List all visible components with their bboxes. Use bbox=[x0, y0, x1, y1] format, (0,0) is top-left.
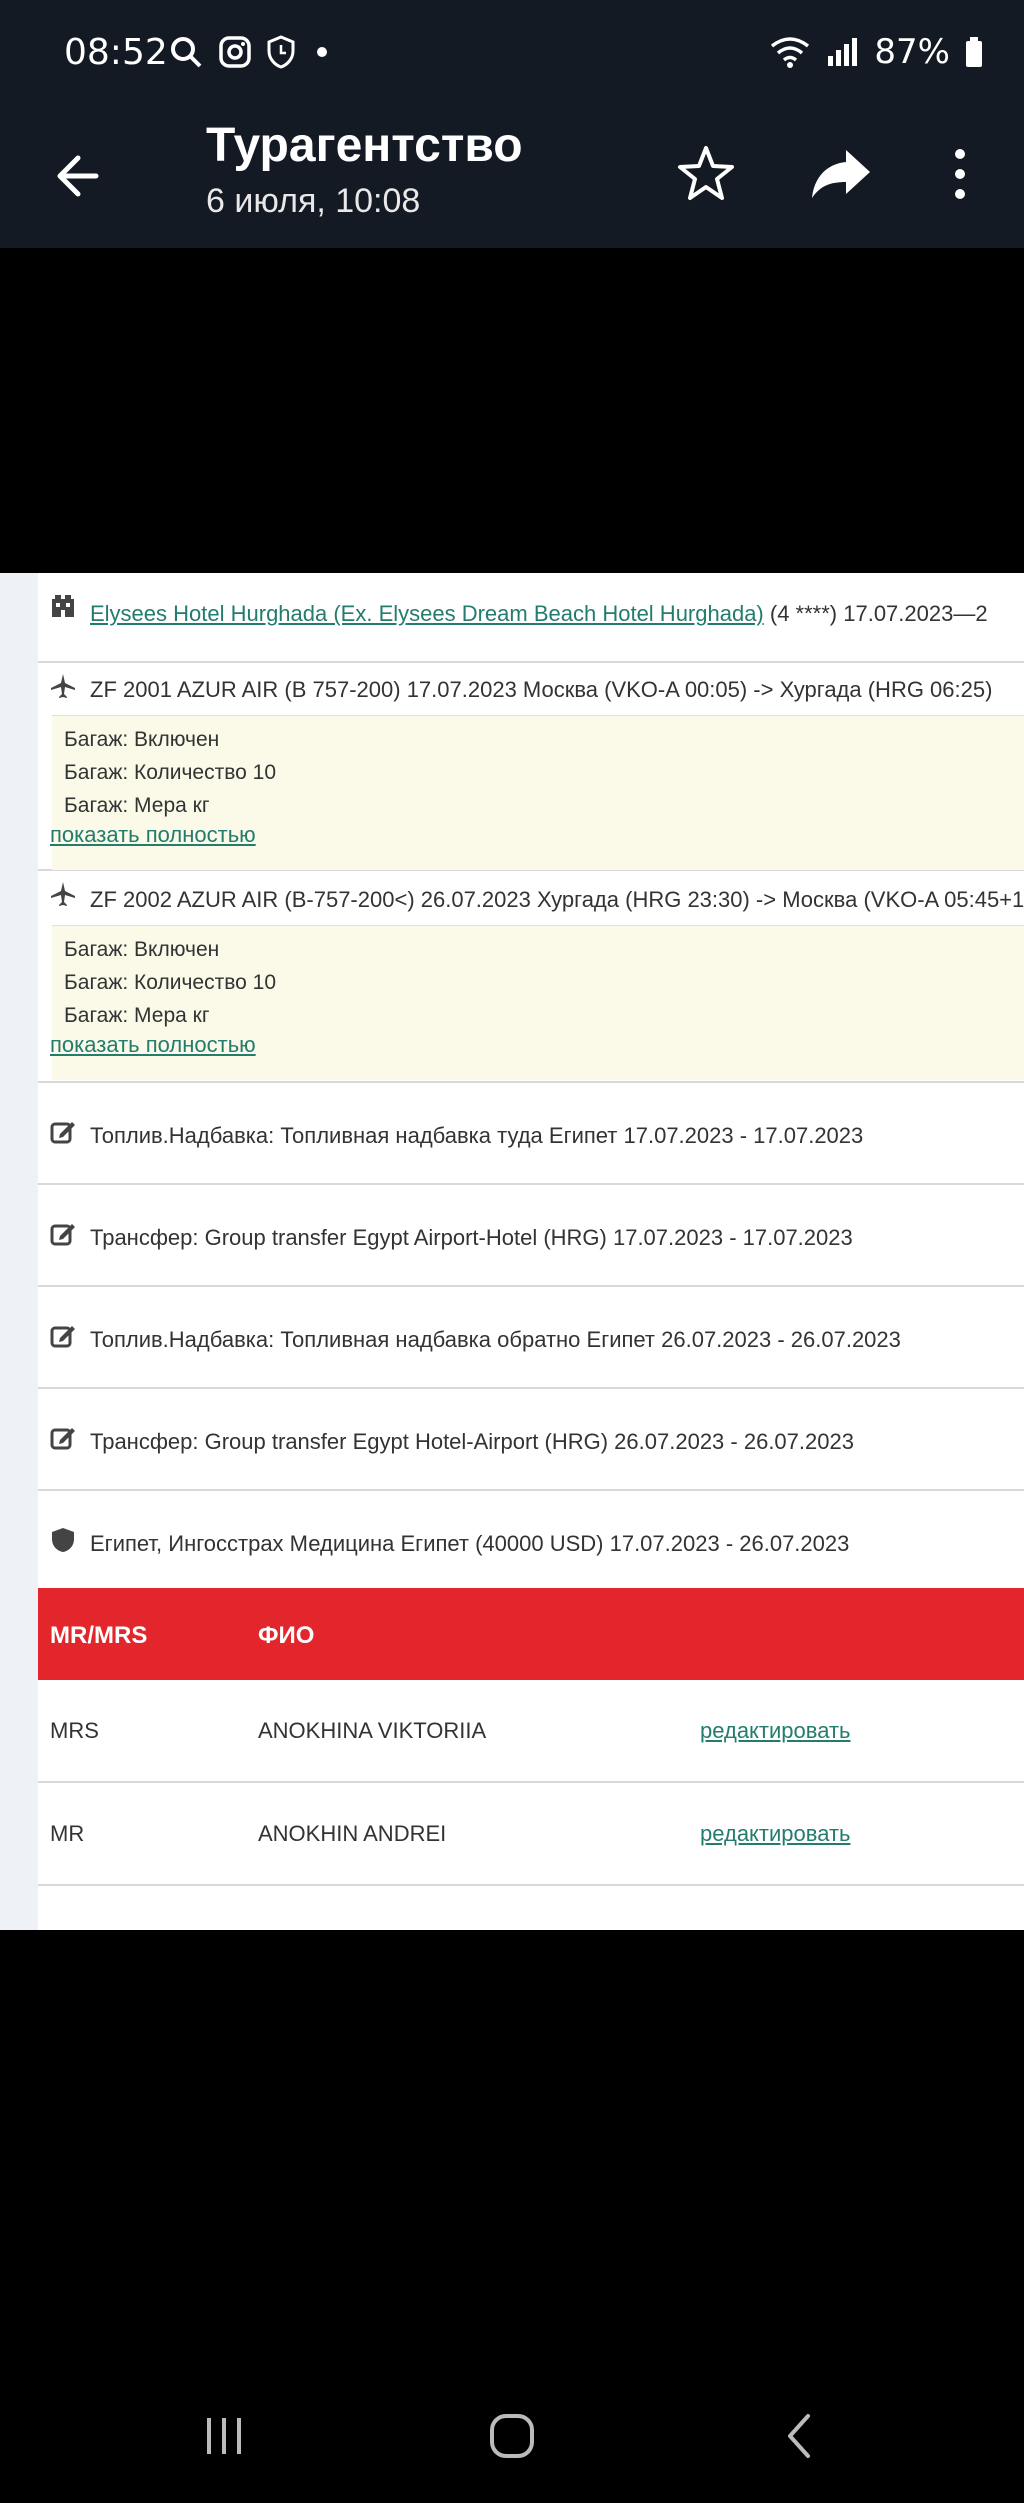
flight-row: ZF 2002 AZUR AIR (B-757-200<) 26.07.2023… bbox=[38, 871, 1024, 1083]
tourist-name: ANOKHINA VIKTORIIA bbox=[258, 1718, 487, 1743]
edit-link[interactable]: редактировать bbox=[700, 1718, 851, 1744]
back-icon[interactable] bbox=[776, 2412, 824, 2460]
flight-info: ZF 2002 AZUR AIR (B-757-200<) 26.07.2023… bbox=[90, 887, 1024, 912]
baggage-line: Багаж: Количество 10 bbox=[64, 971, 277, 994]
baggage-box: Багаж: Включен Багаж: Количество 10 Бага… bbox=[50, 925, 1024, 1080]
search-icon bbox=[171, 37, 202, 68]
baggage-line: Багаж: Включен bbox=[64, 938, 220, 961]
service-row: Трансфер: Group transfer Egypt Hotel-Air… bbox=[38, 1389, 1024, 1491]
edit-icon bbox=[50, 1326, 75, 1348]
left-rail bbox=[0, 573, 38, 1930]
edit-icon bbox=[50, 1122, 75, 1144]
tourist-name: ANOKHIN ANDREI bbox=[258, 1821, 447, 1846]
page-title: Турагентство bbox=[206, 119, 523, 172]
tourists-table-header: MR/MRS ФИО bbox=[38, 1588, 1024, 1680]
insurance-text: Египет, Ингосстрах Медицина Египет (4000… bbox=[90, 1531, 850, 1556]
wifi-icon bbox=[771, 37, 810, 68]
battery-icon bbox=[966, 37, 982, 67]
battery-percent: 87% bbox=[874, 32, 950, 72]
status-bar: 08:52 87% bbox=[0, 0, 1024, 110]
status-notification-icons bbox=[168, 34, 334, 70]
show-more-link[interactable]: показать полностью bbox=[50, 1032, 256, 1058]
instagram-icon bbox=[219, 36, 251, 68]
hotel-link[interactable]: Elysees Hotel Hurghada (Ex. Elysees Drea… bbox=[90, 601, 764, 626]
baggage-line: Багаж: Мера кг bbox=[64, 794, 210, 817]
hotel-details: (4 ****) 17.07.2023—2 bbox=[763, 601, 988, 626]
attached-image[interactable]: Elysees Hotel Hurghada (Ex. Elysees Drea… bbox=[0, 573, 1024, 1930]
service-text: Трансфер: Group transfer Egypt Airport-H… bbox=[90, 1225, 853, 1250]
status-time: 08:52 bbox=[64, 32, 168, 73]
service-row: Топлив.Надбавка: Топливная надбавка туда… bbox=[38, 1083, 1024, 1185]
airplane-icon bbox=[51, 674, 75, 698]
dot-icon bbox=[317, 47, 327, 57]
baggage-line: Багаж: Количество 10 bbox=[64, 761, 277, 784]
baggage-line: Багаж: Включен bbox=[64, 728, 220, 751]
edit-icon bbox=[50, 1224, 75, 1246]
tourist-title: MR bbox=[50, 1821, 85, 1846]
insurance-row: Египет, Ингосстрах Медицина Египет (4000… bbox=[38, 1491, 1024, 1588]
edit-link[interactable]: редактировать bbox=[700, 1821, 851, 1847]
table-row: MRS ANOKHINA VIKTORIIA редактировать bbox=[38, 1680, 1024, 1783]
app-bar: Турагентство 6 июля, 10:08 bbox=[0, 110, 1024, 248]
baggage-line: Багаж: Мера кг bbox=[64, 1004, 210, 1027]
recent-apps-icon[interactable] bbox=[200, 2412, 248, 2460]
flight-info: ZF 2001 AZUR AIR (B 757-200) 17.07.2023 … bbox=[90, 677, 993, 702]
service-text: Трансфер: Group transfer Egypt Hotel-Air… bbox=[90, 1429, 854, 1454]
baggage-box: Багаж: Включен Багаж: Количество 10 Бага… bbox=[50, 715, 1024, 870]
tourist-title: MRS bbox=[50, 1718, 99, 1743]
service-row: Трансфер: Group transfer Egypt Airport-H… bbox=[38, 1185, 1024, 1287]
hotel-row: Elysees Hotel Hurghada (Ex. Elysees Drea… bbox=[38, 573, 1024, 663]
booking-details: Elysees Hotel Hurghada (Ex. Elysees Drea… bbox=[38, 573, 1024, 1930]
edit-icon bbox=[50, 1428, 75, 1450]
home-icon[interactable] bbox=[488, 2412, 536, 2460]
service-row: Топлив.Надбавка: Топливная надбавка обра… bbox=[38, 1287, 1024, 1389]
hotel-icon bbox=[52, 595, 74, 617]
back-arrow-icon[interactable] bbox=[48, 144, 112, 208]
status-right: 87% bbox=[770, 32, 984, 72]
service-text: Топлив.Надбавка: Топливная надбавка обра… bbox=[90, 1327, 901, 1352]
table-row: MR ANOKHIN ANDREI редактировать bbox=[38, 1783, 1024, 1886]
page-subtitle: 6 июля, 10:08 bbox=[206, 182, 421, 220]
shield-icon bbox=[52, 1528, 74, 1552]
column-header-title: MR/MRS bbox=[50, 1622, 148, 1649]
service-text: Топлив.Надбавка: Топливная надбавка туда… bbox=[90, 1123, 864, 1148]
show-more-link[interactable]: показать полностью bbox=[50, 822, 256, 848]
flight-row: ZF 2001 AZUR AIR (B 757-200) 17.07.2023 … bbox=[38, 663, 1024, 871]
signal-icon bbox=[828, 38, 858, 66]
more-options-icon[interactable] bbox=[940, 140, 980, 208]
share-icon[interactable] bbox=[806, 140, 878, 208]
star-icon[interactable] bbox=[672, 140, 740, 208]
column-header-name: ФИО bbox=[258, 1622, 315, 1649]
airplane-icon bbox=[51, 882, 75, 906]
shield-icon bbox=[267, 35, 295, 69]
system-navigation-bar bbox=[0, 2370, 1024, 2503]
